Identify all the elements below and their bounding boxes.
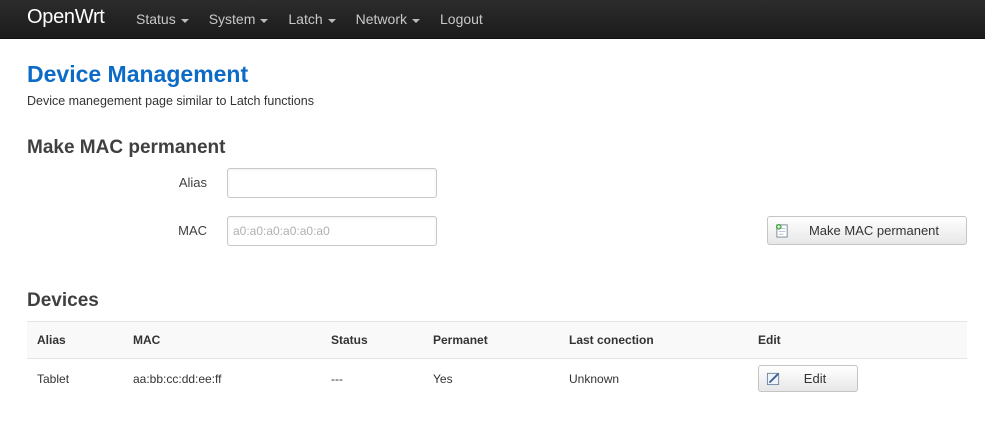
col-last-connection: Last conection bbox=[559, 321, 748, 359]
cell-last-connection: Unknown bbox=[569, 371, 620, 386]
make-mac-section-title: Make MAC permanent bbox=[27, 137, 226, 158]
chevron-down-icon bbox=[327, 18, 336, 23]
cell-status: --- bbox=[331, 371, 343, 386]
chevron-down-icon bbox=[180, 18, 189, 23]
make-mac-permanent-button[interactable]: Make MAC permanent bbox=[767, 216, 967, 245]
nav-network[interactable]: Network bbox=[346, 0, 430, 39]
nav-latch-label: Latch bbox=[288, 11, 323, 27]
nav-status-label: Status bbox=[136, 11, 176, 27]
alias-label: Alias bbox=[178, 175, 207, 190]
mac-input[interactable] bbox=[227, 216, 437, 246]
col-mac: MAC bbox=[123, 321, 321, 359]
cell-alias: Tablet bbox=[37, 371, 70, 386]
nav-network-label: Network bbox=[355, 11, 407, 27]
main-nav: Status System Latch Network Logout bbox=[126, 0, 493, 39]
col-edit: Edit bbox=[748, 321, 967, 359]
nav-system-label: System bbox=[208, 11, 256, 27]
brand-logo[interactable]: OpenWrt bbox=[27, 6, 105, 29]
edit-button[interactable]: Edit bbox=[758, 365, 858, 393]
cell-mac: aa:bb:cc:dd:ee:ff bbox=[133, 371, 222, 386]
table-header-row: Alias MAC Status Permanet Last conection… bbox=[27, 321, 967, 359]
nav-latch[interactable]: Latch bbox=[278, 0, 345, 39]
col-status: Status bbox=[321, 321, 423, 359]
page-description: Device manegement page similar to Latch … bbox=[27, 94, 314, 108]
chevron-down-icon bbox=[260, 18, 269, 23]
edit-label: Edit bbox=[803, 371, 827, 387]
nav-status[interactable]: Status bbox=[126, 0, 199, 39]
nav-logout-label: Logout bbox=[440, 11, 483, 27]
col-permanent: Permanet bbox=[423, 321, 559, 359]
cell-permanent: Yes bbox=[433, 371, 453, 386]
chevron-down-icon bbox=[412, 18, 420, 23]
alias-input[interactable] bbox=[227, 168, 437, 198]
nav-system[interactable]: System bbox=[199, 0, 279, 39]
top-navbar: OpenWrt Status System Latch Network Logo… bbox=[0, 0, 985, 39]
table-row: Tablet aa:bb:cc:dd:ee:ff --- Yes Unknown… bbox=[27, 359, 967, 399]
devices-section-title: Devices bbox=[27, 290, 99, 311]
devices-table: Alias MAC Status Permanet Last conection… bbox=[27, 321, 967, 399]
cell-edit: Edit bbox=[748, 359, 967, 399]
mac-label: MAC bbox=[178, 223, 207, 238]
nav-logout[interactable]: Logout bbox=[430, 0, 493, 39]
col-alias: Alias bbox=[27, 321, 123, 359]
make-mac-permanent-label: Make MAC permanent bbox=[808, 223, 940, 238]
page-title: Device Management bbox=[27, 61, 249, 87]
